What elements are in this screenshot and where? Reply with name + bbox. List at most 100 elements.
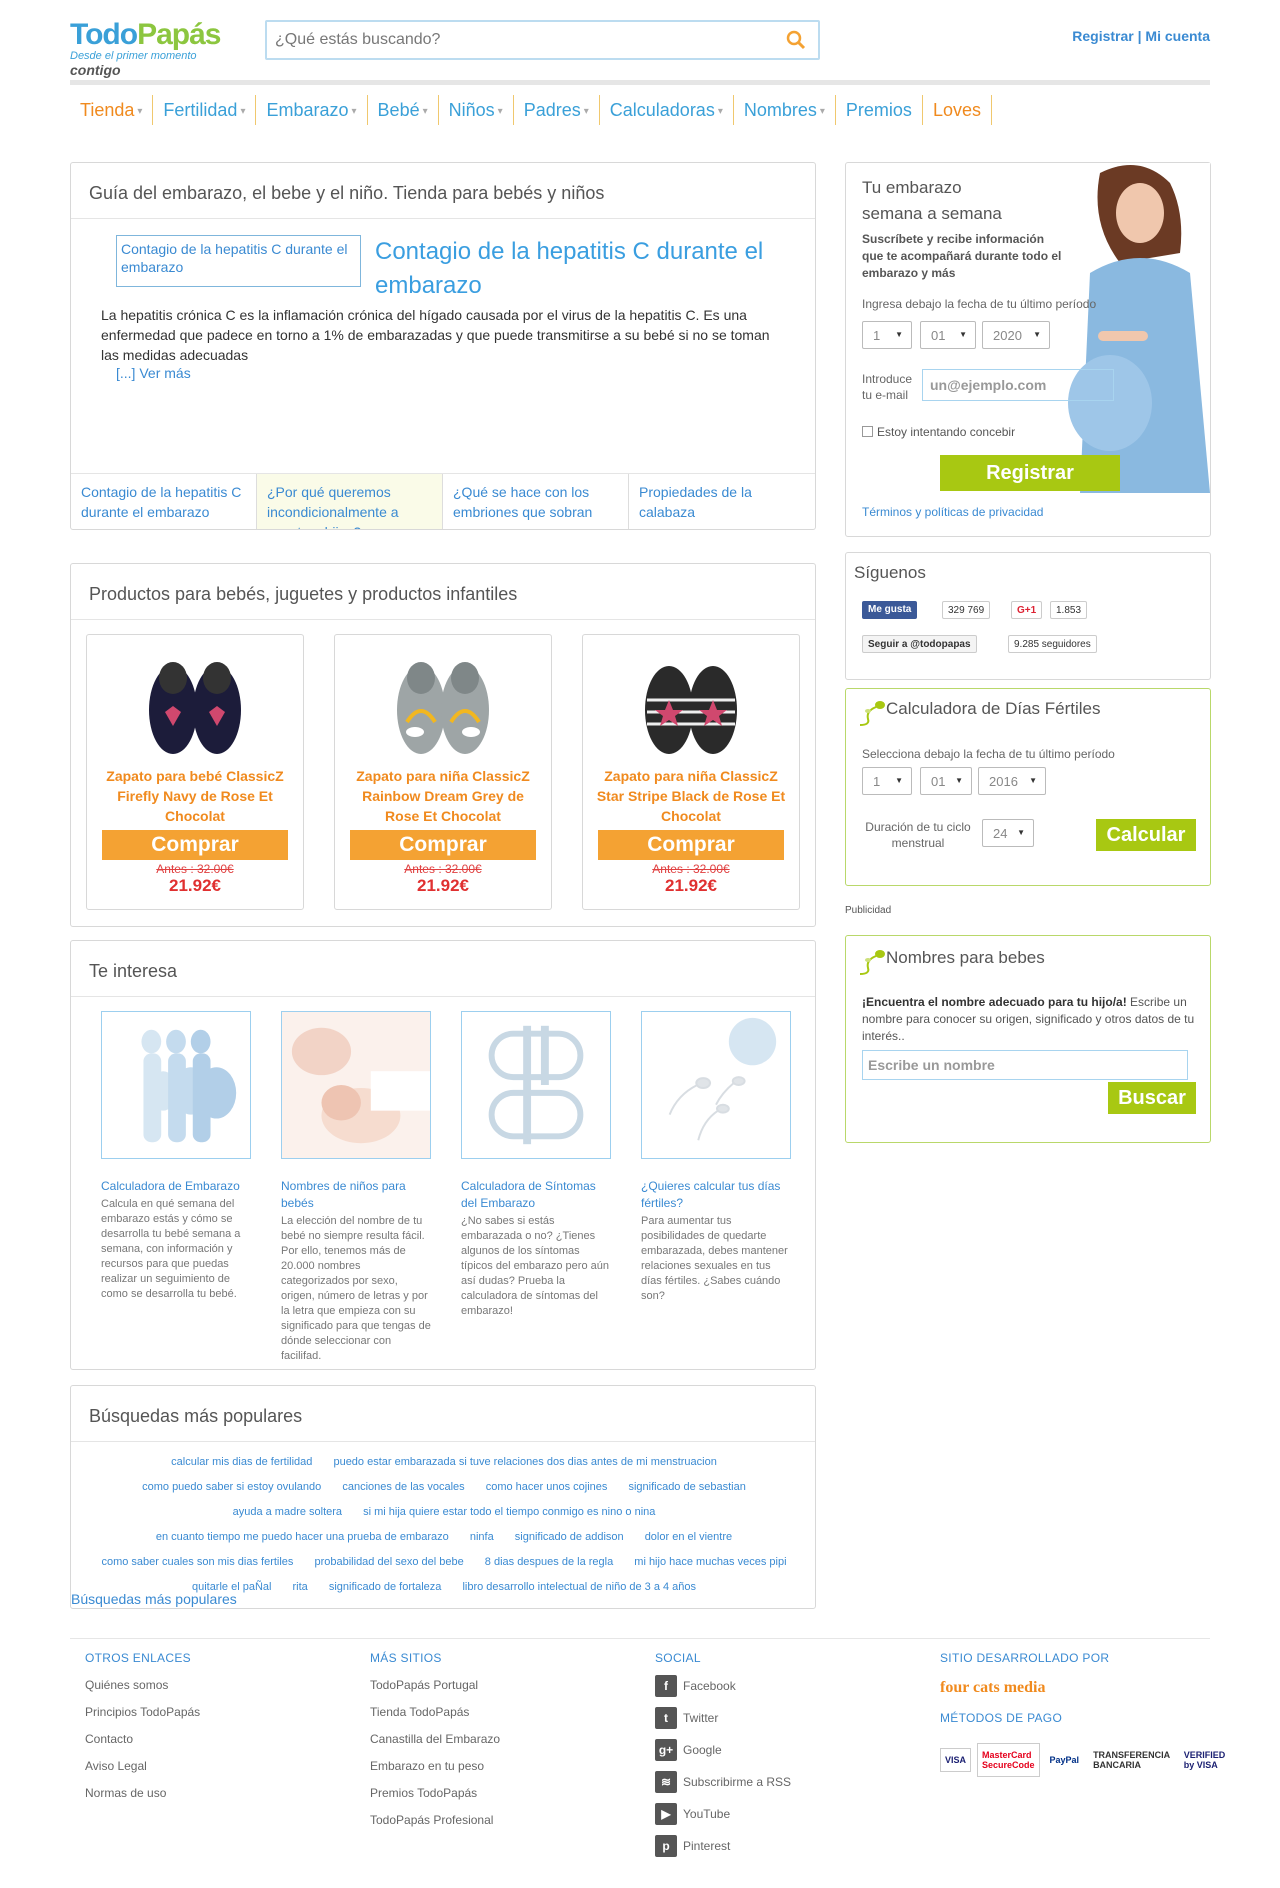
popular-tag-link[interactable]: rita	[293, 1581, 308, 1593]
buy-button[interactable]: Comprar	[102, 830, 288, 860]
popular-tag-link[interactable]: calcular mis dias de fertilidad	[171, 1456, 312, 1468]
register-link[interactable]: Registrar	[1072, 28, 1133, 44]
nav-item[interactable]: Nombres ▾	[734, 95, 836, 125]
developer-logo[interactable]: four cats media	[940, 1679, 1220, 1697]
popular-searches-link[interactable]: Búsquedas más populares	[71, 1591, 237, 1607]
product-name[interactable]: Zapato para bebé ClassicZ Firefly Navy d…	[87, 766, 303, 826]
email-field[interactable]: un@ejemplo.com	[922, 369, 1114, 401]
calculate-button[interactable]: Calcular	[1096, 819, 1196, 851]
fertile-day-select[interactable]: 1	[862, 767, 912, 795]
social-link[interactable]: p Pinterest	[655, 1835, 935, 1857]
popular-tag-link[interactable]: significado de addison	[515, 1531, 624, 1543]
popular-tag-link[interactable]: ayuda a madre soltera	[233, 1506, 342, 1518]
footer-link[interactable]: Embarazo en tu peso	[370, 1759, 650, 1773]
popular-tag-link[interactable]: canciones de las vocales	[342, 1481, 464, 1493]
baby-shoe-grey-rainbow-image[interactable]	[383, 650, 503, 760]
nav-item[interactable]: Premios	[836, 95, 923, 125]
interest-card-title[interactable]: Nombres de niños para bebés	[281, 1178, 431, 1212]
footer-link[interactable]: Tienda TodoPapás	[370, 1705, 650, 1719]
search-icon[interactable]	[786, 30, 806, 50]
pregnancy-test-icon[interactable]	[461, 1011, 611, 1159]
year-select[interactable]: 2020	[982, 321, 1050, 349]
popular-tag-link[interactable]: libro desarrollo intelectual de niño de …	[462, 1581, 696, 1593]
footer-link[interactable]: Aviso Legal	[85, 1759, 365, 1773]
name-search-input[interactable]: Escribe un nombre	[862, 1050, 1188, 1080]
popular-tag-link[interactable]: como puedo saber si estoy ovulando	[142, 1481, 321, 1493]
popular-tag-link[interactable]: como saber cuales son mis dias fertiles	[101, 1556, 293, 1568]
footer-link[interactable]: Canastilla del Embarazo	[370, 1732, 650, 1746]
popular-tag-link[interactable]: mi hijo hace muchas veces pipi	[634, 1556, 786, 1568]
social-link[interactable]: t Twitter	[655, 1707, 935, 1729]
interest-card[interactable]: Calculadora de Síntomas del Embarazo ¿No…	[461, 1011, 611, 1319]
pregnancy-silhouette-icon[interactable]	[101, 1011, 251, 1159]
interest-card-title[interactable]: Calculadora de Embarazo	[101, 1178, 251, 1195]
register-button[interactable]: Registrar	[940, 455, 1120, 491]
nav-item[interactable]: Fertilidad ▾	[153, 95, 257, 125]
product-card[interactable]: Zapato para niña ClassicZ Rainbow Dream …	[334, 634, 552, 910]
read-more-link[interactable]: [...] Ver más	[116, 365, 191, 381]
baby-shoe-stripe-star-image[interactable]	[631, 650, 751, 760]
cycle-length-select[interactable]: 24	[982, 819, 1034, 847]
month-select[interactable]: 01	[920, 321, 976, 349]
popular-tag-link[interactable]: dolor en el vientre	[645, 1531, 732, 1543]
buy-button[interactable]: Comprar	[350, 830, 536, 860]
article-title[interactable]: Contagio de la hepatitis C durante el em…	[375, 235, 795, 303]
baby-photo-icon[interactable]	[281, 1011, 431, 1159]
footer-link[interactable]: Principios TodoPapás	[85, 1705, 365, 1719]
todopapas-logo[interactable]: TodoPapás Desde el primer momento contig…	[70, 20, 240, 79]
gplus-button[interactable]: G+1	[1011, 601, 1043, 619]
footer-link[interactable]: TodoPapás Portugal	[370, 1678, 650, 1692]
footer-link[interactable]: Premios TodoPapás	[370, 1786, 650, 1800]
product-card[interactable]: Zapato para niña ClassicZ Star Stripe Bl…	[582, 634, 800, 910]
footer-link[interactable]: Normas de uso	[85, 1786, 365, 1800]
interest-card-title[interactable]: Calculadora de Síntomas del Embarazo	[461, 1178, 611, 1212]
search-input[interactable]	[267, 22, 767, 58]
article-tab[interactable]: Contagio de la hepatitis C durante el em…	[71, 474, 257, 529]
interest-card[interactable]: Nombres de niños para bebés La elección …	[281, 1011, 431, 1364]
nav-item[interactable]: Calculadoras ▾	[600, 95, 734, 125]
social-link[interactable]: ≋ Subscribirme a RSS	[655, 1771, 935, 1793]
article-tab[interactable]: Propiedades de la calabaza	[629, 474, 815, 529]
product-card[interactable]: Zapato para bebé ClassicZ Firefly Navy d…	[86, 634, 304, 910]
popular-tag-link[interactable]: significado de fortaleza	[329, 1581, 442, 1593]
nav-item[interactable]: Tienda ▾	[70, 95, 154, 125]
popular-tag-link[interactable]: 8 dias despues de la regla	[485, 1556, 613, 1568]
nav-item[interactable]: Bebé ▾	[368, 95, 439, 125]
social-link[interactable]: f Facebook	[655, 1675, 935, 1697]
twitter-follow-button[interactable]: Seguir a @todopapas	[862, 635, 977, 653]
sperm-egg-icon[interactable]	[641, 1011, 791, 1159]
product-name[interactable]: Zapato para niña ClassicZ Rainbow Dream …	[335, 766, 551, 826]
article-tab[interactable]: ¿Por qué queremos incondicionalmente a n…	[257, 474, 443, 529]
checkbox-box[interactable]	[862, 426, 873, 437]
my-account-link[interactable]: Mi cuenta	[1145, 28, 1210, 44]
nav-item[interactable]: Embarazo ▾	[256, 95, 368, 125]
article-image-placeholder[interactable]: Contagio de la hepatitis C durante el em…	[116, 235, 361, 287]
footer-link[interactable]: Quiénes somos	[85, 1678, 365, 1692]
social-link[interactable]: ▶ YouTube	[655, 1803, 935, 1825]
product-name[interactable]: Zapato para niña ClassicZ Star Stripe Bl…	[583, 766, 799, 826]
popular-tag-link[interactable]: ninfa	[470, 1531, 494, 1543]
concebir-checkbox[interactable]: Estoy intentando concebir	[862, 425, 1015, 439]
interest-card-title[interactable]: ¿Quieres calcular tus días fértiles?	[641, 1178, 791, 1212]
interest-card[interactable]: Calculadora de Embarazo Calcula en qué s…	[101, 1011, 251, 1302]
interest-card[interactable]: ¿Quieres calcular tus días fértiles? Par…	[641, 1011, 791, 1304]
popular-tag-link[interactable]: puedo estar embarazada si tuve relacione…	[333, 1456, 716, 1468]
popular-tag-link[interactable]: en cuanto tiempo me puedo hacer una prue…	[156, 1531, 449, 1543]
popular-tag-link[interactable]: si mi hija quiere estar todo el tiempo c…	[363, 1506, 655, 1518]
fertile-month-select[interactable]: 01	[920, 767, 972, 795]
footer-link[interactable]: Contacto	[85, 1732, 365, 1746]
baby-shoe-navy-image[interactable]	[135, 650, 255, 760]
day-select[interactable]: 1	[862, 321, 912, 349]
social-link[interactable]: g+ Google	[655, 1739, 935, 1761]
terms-link[interactable]: Términos y políticas de privacidad	[862, 505, 1043, 519]
popular-tag-link[interactable]: probabilidad del sexo del bebe	[314, 1556, 463, 1568]
popular-tag-link[interactable]: significado de sebastian	[628, 1481, 745, 1493]
buy-button[interactable]: Comprar	[598, 830, 784, 860]
footer-link[interactable]: TodoPapás Profesional	[370, 1813, 650, 1827]
facebook-like-button[interactable]: Me gusta	[862, 601, 918, 619]
nav-item[interactable]: Padres ▾	[514, 95, 600, 125]
fertile-year-select[interactable]: 2016	[978, 767, 1046, 795]
nav-item[interactable]: Loves	[923, 95, 992, 125]
article-tab[interactable]: ¿Qué se hace con los embriones que sobra…	[443, 474, 629, 529]
name-search-button[interactable]: Buscar	[1108, 1082, 1196, 1114]
